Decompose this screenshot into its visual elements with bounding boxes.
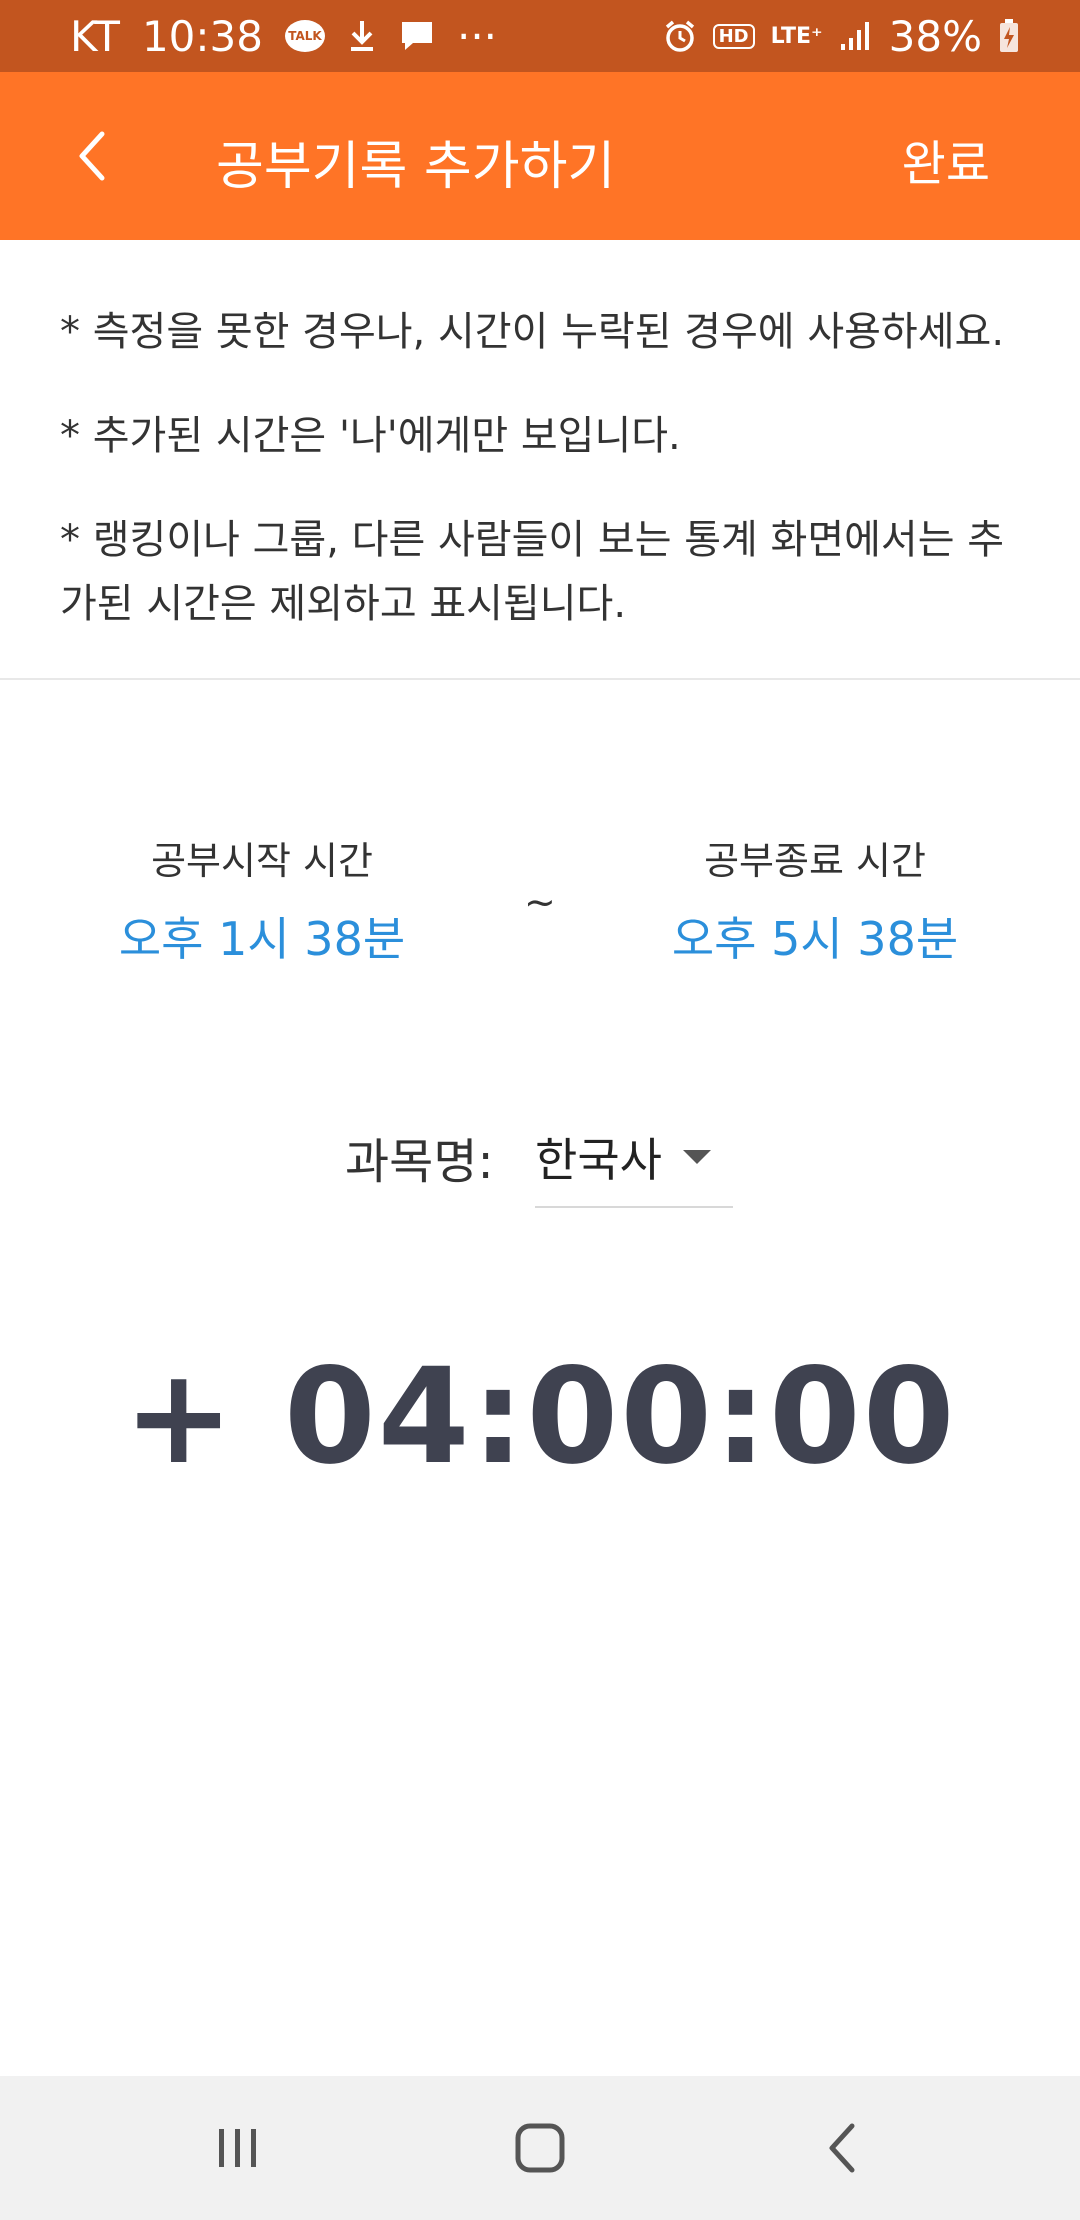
start-time-picker[interactable]: 공부시작 시간 오후 1시 38분 (62, 830, 462, 969)
home-button[interactable] (490, 2108, 590, 2188)
start-time-label: 공부시작 시간 (151, 839, 373, 883)
page-title: 공부기록 추가하기 (216, 137, 616, 197)
divider (0, 678, 1080, 680)
hd-voice-icon: HD (712, 23, 755, 49)
recents-button[interactable] (188, 2108, 288, 2188)
battery-charging-icon (998, 18, 1020, 54)
battery-percent: 38% (888, 11, 982, 61)
carrier-label: KT (70, 11, 120, 61)
lte-icon: LTE⁺ (770, 23, 823, 49)
back-button[interactable] (50, 114, 134, 198)
alarm-icon (663, 19, 697, 53)
status-bar: KT 10:38 TALK ··· HD LTE⁺ 38% (0, 0, 1080, 72)
notice-line: * 랭킹이나 그룹, 다른 사람들이 보는 통계 화면에서는 추가된 시간은 제… (60, 517, 1005, 627)
status-right: HD LTE⁺ 38% (663, 12, 1020, 61)
app-bar: 공부기록 추가하기 완료 (0, 72, 1080, 240)
kakaotalk-icon: TALK (284, 20, 325, 52)
notice-line: * 추가된 시간은 '나'에게만 보입니다. (60, 413, 681, 459)
time-range-separator: ~ (524, 880, 556, 924)
added-duration: + 04:00:00 (123, 1340, 957, 1494)
start-time-value[interactable]: 오후 1시 38분 (62, 903, 462, 969)
home-icon (515, 2123, 565, 2173)
back-icon (829, 2123, 855, 2173)
more-notifications-icon: ··· (456, 11, 498, 61)
end-time-picker[interactable]: 공부종료 시간 오후 5시 38분 (615, 830, 1015, 969)
back-arrow-icon (79, 131, 105, 181)
done-button[interactable]: 완료 (902, 124, 990, 194)
message-icon (399, 19, 435, 53)
clock: 10:38 (141, 11, 263, 61)
dropdown-arrow-icon (683, 1150, 711, 1164)
nav-back-button[interactable] (792, 2108, 892, 2188)
system-nav-bar (0, 2076, 1080, 2220)
subject-label: 과목명: (345, 1134, 494, 1190)
signal-icon (839, 20, 873, 52)
status-left: KT 10:38 TALK ··· (70, 12, 497, 61)
notice-line: * 측정을 못한 경우나, 시간이 누락된 경우에 사용하세요. (60, 309, 1005, 355)
subject-dropdown[interactable]: 한국사 (535, 1110, 733, 1208)
download-icon (347, 19, 377, 53)
recents-icon (219, 2129, 256, 2167)
talk-icon-label: TALK (288, 29, 322, 43)
app-root: KT 10:38 TALK ··· HD LTE⁺ 38% 공부기록 추가하기 … (0, 0, 1080, 2220)
end-time-value[interactable]: 오후 5시 38분 (615, 903, 1015, 969)
subject-selected-value: 한국사 (535, 1133, 662, 1187)
end-time-label: 공부종료 시간 (704, 839, 926, 883)
